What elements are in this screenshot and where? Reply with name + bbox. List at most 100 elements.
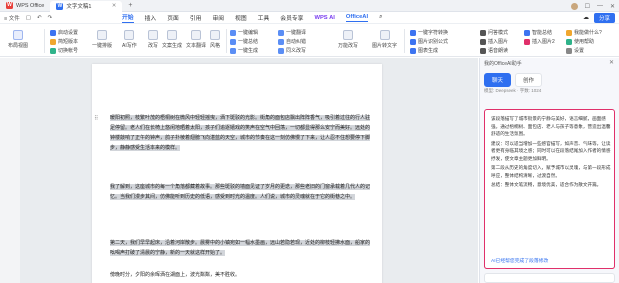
tab-member[interactable]: 会员专享 bbox=[280, 13, 303, 22]
cloud-icon[interactable]: ☁ bbox=[583, 14, 589, 21]
right-label-8: 插入图片2 bbox=[532, 39, 555, 45]
format-item-1[interactable]: 启动设置 bbox=[50, 29, 78, 36]
ai-response-card: 该段落描写了城市街景的宁静与美好，语言细腻，画面感强。通过梧桐树、面包店、老人与… bbox=[484, 109, 615, 269]
tab-wps-ai[interactable]: WPS AI bbox=[314, 15, 334, 21]
ai-status-bar[interactable]: AI已经帮您完成了段落修改 bbox=[484, 252, 615, 269]
response-para-1: 该段落描写了城市街景的宁静与美好，语言细腻，画面感强。通过梧桐树、面包店、老人与… bbox=[491, 116, 611, 136]
right-item-8[interactable]: 插入图片2 bbox=[524, 38, 555, 45]
format-label-2: 简短版本 bbox=[58, 39, 79, 45]
tab-insert[interactable]: 插入 bbox=[145, 13, 157, 22]
format-item-2[interactable]: 简短版本 bbox=[50, 38, 78, 45]
format-item-3[interactable]: 切换帐号 bbox=[50, 47, 78, 54]
translate-label: 文本翻译 bbox=[186, 43, 207, 49]
right-item-4[interactable]: 问答模式 bbox=[480, 29, 508, 36]
layout-view-label: 布局视图 bbox=[8, 43, 29, 49]
avatar[interactable] bbox=[570, 2, 578, 10]
tab-references[interactable]: 引用 bbox=[190, 13, 202, 22]
translate-button[interactable]: 文本翻译 bbox=[186, 30, 206, 49]
layout-view-button[interactable]: 布局视图 bbox=[8, 30, 28, 49]
settings-icon bbox=[50, 29, 56, 36]
translate-icon bbox=[191, 30, 201, 40]
right-label-9: 我能做什么? bbox=[574, 30, 602, 36]
image-to-text-button[interactable]: 图片转文字 bbox=[372, 30, 397, 49]
rewrite-button[interactable]: 改写 bbox=[148, 30, 158, 49]
title-bar: W WPS Office W 文字文稿1 ✕ + ☐ — ✕ bbox=[0, 0, 619, 12]
small-item-5[interactable]: 自动纠错 bbox=[278, 38, 306, 45]
doc-tab-title: 文字文稿1 bbox=[66, 4, 92, 10]
insert-image-icon bbox=[480, 38, 486, 45]
close-tab-icon[interactable]: ✕ bbox=[112, 3, 117, 9]
paragraph-4[interactable]: 傍晚时分，夕阳的余晖洒在湖面上，波光粼粼，美不胜收。 bbox=[110, 270, 374, 280]
right-item-10[interactable]: 使用帮助 bbox=[566, 38, 594, 45]
close-window-button[interactable]: ✕ bbox=[610, 3, 615, 10]
right-item-6[interactable]: 语音朗读 bbox=[480, 47, 508, 54]
drag-handle-icon[interactable]: ⠿ bbox=[94, 115, 98, 122]
style-button[interactable]: 风格 bbox=[210, 30, 220, 49]
right-label-10: 使用帮助 bbox=[574, 39, 595, 45]
paragraph-3[interactable]: 第二天，我们早早起床，沿着河岸散步。晨雾中的小镇宛如一幅水墨画，远山若隐若现，近… bbox=[110, 238, 374, 258]
right-item-2[interactable]: 图片识别公式 bbox=[410, 38, 448, 45]
small-item-3[interactable]: 一键生成 bbox=[230, 47, 258, 54]
save-icon[interactable]: ▢ bbox=[26, 15, 31, 21]
ai-write-button[interactable]: AI写作 bbox=[122, 30, 137, 49]
universal-rewrite-button[interactable]: 万能改写 bbox=[338, 30, 358, 49]
right-item-1[interactable]: 一键字符转换 bbox=[410, 29, 448, 36]
wps-logo-icon: W bbox=[6, 2, 13, 9]
tab-review[interactable]: 审阅 bbox=[212, 13, 224, 22]
maximize-button[interactable]: ☐ bbox=[585, 3, 590, 10]
add-tab-button[interactable]: + bbox=[122, 2, 138, 9]
tab-view[interactable]: 视图 bbox=[235, 13, 247, 22]
tab-tools[interactable]: 工具 bbox=[258, 13, 270, 22]
small-label-5: 自动纠错 bbox=[286, 39, 307, 45]
settings-gear-icon bbox=[566, 47, 572, 54]
tab-page[interactable]: 页面 bbox=[167, 13, 179, 22]
app-tab[interactable]: W WPS Office bbox=[0, 0, 50, 12]
format-label-3: 切换帐号 bbox=[58, 48, 79, 54]
tab-office-ai[interactable]: OfficeAI bbox=[345, 14, 369, 22]
close-panel-icon[interactable]: ✕ bbox=[609, 59, 614, 66]
response-para-3: 第二段从历史的角度切入，赋予城市以灵魂，与第一段形成呼应，整体结构清晰，过渡自然… bbox=[491, 165, 611, 178]
summarize-button[interactable]: 文案生成 bbox=[162, 30, 182, 49]
ai-panel-header: 我的OfficeAI助手 bbox=[484, 61, 522, 67]
small-item-4[interactable]: 一键翻译 bbox=[278, 29, 306, 36]
right-item-11[interactable]: 设置 bbox=[566, 47, 584, 54]
small-label-2: 一键总结 bbox=[238, 39, 259, 45]
ai-response-body: 该段落描写了城市街景的宁静与美好，语言细腻，画面感强。通过梧桐树、面包店、老人与… bbox=[491, 115, 611, 191]
paragraph-1[interactable]: 暖阳初照，枝繁叶茂的梧桐树在微风中轻轻摇曳，洒下斑驳的光影。街角的面包店飘出阵阵… bbox=[110, 113, 374, 153]
undo-icon[interactable]: ↶ bbox=[37, 15, 42, 21]
small-item-2[interactable]: 一键总结 bbox=[230, 38, 258, 45]
onekey-format-button[interactable]: 一键排版 bbox=[92, 30, 112, 49]
ai-chat-input[interactable] bbox=[484, 273, 615, 283]
rewrite-icon bbox=[148, 30, 158, 40]
window-controls: ☐ — ✕ bbox=[570, 0, 615, 12]
right-item-7[interactable]: 智能总结 bbox=[524, 29, 552, 36]
small-item-6[interactable]: 同义改写 bbox=[278, 47, 306, 54]
insert-picture-icon bbox=[524, 38, 530, 45]
share-button[interactable]: 分享 bbox=[593, 12, 615, 23]
paragraph-1-text: 暖阳初照，枝繁叶茂的梧桐树在微风中轻轻摇曳，洒下斑驳的光影。街角的面包店飘出阵阵… bbox=[110, 115, 371, 151]
redo-icon[interactable]: ↷ bbox=[48, 15, 53, 21]
tab-create[interactable]: 创作 bbox=[515, 73, 543, 87]
right-item-9[interactable]: 我能做什么? bbox=[566, 29, 602, 36]
ribbon: 布局视图 启动设置 简短版本 切换帐号 一键排版 AI写作 改写 文案生成 文本… bbox=[0, 25, 619, 57]
format-label-1: 启动设置 bbox=[58, 30, 79, 36]
style-label: 风格 bbox=[210, 43, 221, 49]
tab-home[interactable]: 开始 bbox=[122, 12, 134, 23]
small-label-4: 一键翻译 bbox=[286, 30, 307, 36]
synonym-icon bbox=[278, 47, 284, 54]
tab-chat[interactable]: 聊天 bbox=[484, 73, 512, 87]
ai-write-icon bbox=[124, 30, 135, 40]
right-label-3: 图表生成 bbox=[418, 48, 439, 54]
search-icon[interactable]: ⌕ bbox=[379, 14, 382, 21]
correct-icon bbox=[278, 38, 284, 45]
right-item-3[interactable]: 图表生成 bbox=[410, 47, 438, 54]
smart-summary-icon bbox=[524, 29, 530, 36]
doc-tab[interactable]: W 文字文稿1 ✕ bbox=[50, 0, 123, 12]
paragraph-2[interactable]: 我了解到，这座城市的每一个角落都藏着故事。那些斑驳的墙面见证了岁月的更迭，那些老… bbox=[110, 182, 374, 202]
file-menu[interactable]: ≡ 文件 bbox=[4, 14, 20, 22]
ai-write-label: AI写作 bbox=[122, 43, 137, 49]
right-item-5[interactable]: 插入图片 bbox=[480, 38, 508, 45]
version-icon bbox=[50, 38, 56, 45]
small-item-1[interactable]: 一键编辑 bbox=[230, 29, 258, 36]
minimize-button[interactable]: — bbox=[597, 3, 603, 9]
